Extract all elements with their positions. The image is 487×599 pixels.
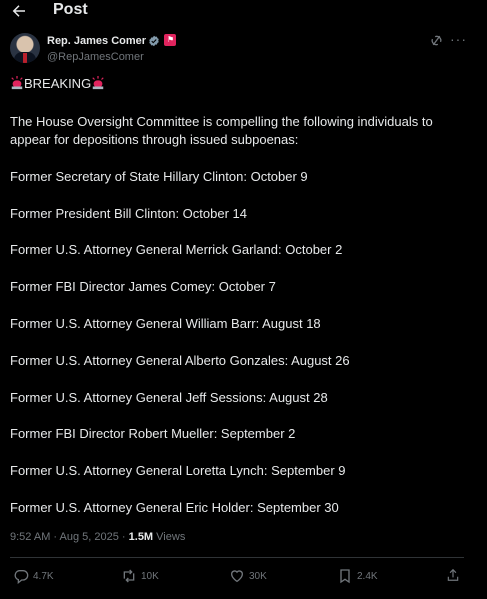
more-icon[interactable]: ··· (450, 31, 467, 47)
page-title: Post (53, 1, 88, 18)
breaking-text: BREAKING (24, 76, 92, 91)
siren-icon (92, 76, 104, 90)
bookmark-icon (340, 569, 350, 584)
avatar-tie (23, 53, 27, 63)
top-bar: Post (0, 0, 487, 24)
like-icon (230, 570, 244, 583)
reply-count: 4.7K (33, 571, 54, 582)
subpoena-item: Former Secretary of State Hillary Clinto… (10, 169, 308, 184)
repost-count: 10K (141, 571, 159, 582)
author-name[interactable]: Rep. James Comer (47, 35, 146, 47)
subpoena-item: Former President Bill Clinton: October 1… (10, 206, 247, 221)
author-handle[interactable]: @RepJamesComer (47, 51, 144, 63)
subpoena-item: Former U.S. Attorney General Merrick Gar… (10, 242, 343, 257)
bookmark-count: 2.4K (357, 571, 378, 582)
subpoena-item: Former FBI Director James Comey: October… (10, 279, 276, 294)
repost-icon (123, 569, 135, 583)
back-arrow-icon[interactable] (10, 2, 28, 20)
divider (10, 557, 464, 558)
subpoena-item: Former U.S. Attorney General Eric Holder… (10, 500, 339, 515)
subpoena-item: Former U.S. Attorney General William Bar… (10, 316, 321, 331)
share-icon[interactable] (446, 568, 460, 582)
subpoena-item: Former FBI Director Robert Mueller: Sept… (10, 426, 296, 441)
grok-icon[interactable] (430, 34, 443, 47)
verified-badge-icon (149, 35, 159, 47)
reply-icon (14, 570, 29, 584)
like-count: 30K (249, 571, 267, 582)
post-meta: 9:52 AM · Aug 5, 2025 · 1.5M Views (10, 531, 185, 543)
avatar[interactable] (10, 33, 40, 63)
breaking-line: BREAKING (10, 75, 105, 93)
siren-icon (11, 76, 23, 90)
subpoena-item: Former U.S. Attorney General Loretta Lyn… (10, 463, 346, 478)
timestamp[interactable]: 9:52 AM · Aug 5, 2025 · (10, 531, 126, 543)
subpoena-item: Former U.S. Attorney General Jeff Sessio… (10, 390, 328, 405)
views-label: Views (156, 531, 186, 543)
views-count: 1.5M (128, 531, 154, 543)
affiliation-flag-icon[interactable]: ⚑ (164, 34, 176, 46)
subpoena-item: Former U.S. Attorney General Alberto Gon… (10, 353, 350, 368)
intro-line-1: The House Oversight Committee is compell… (10, 114, 433, 129)
intro-line-2: appear for depositions through issued su… (10, 132, 299, 147)
